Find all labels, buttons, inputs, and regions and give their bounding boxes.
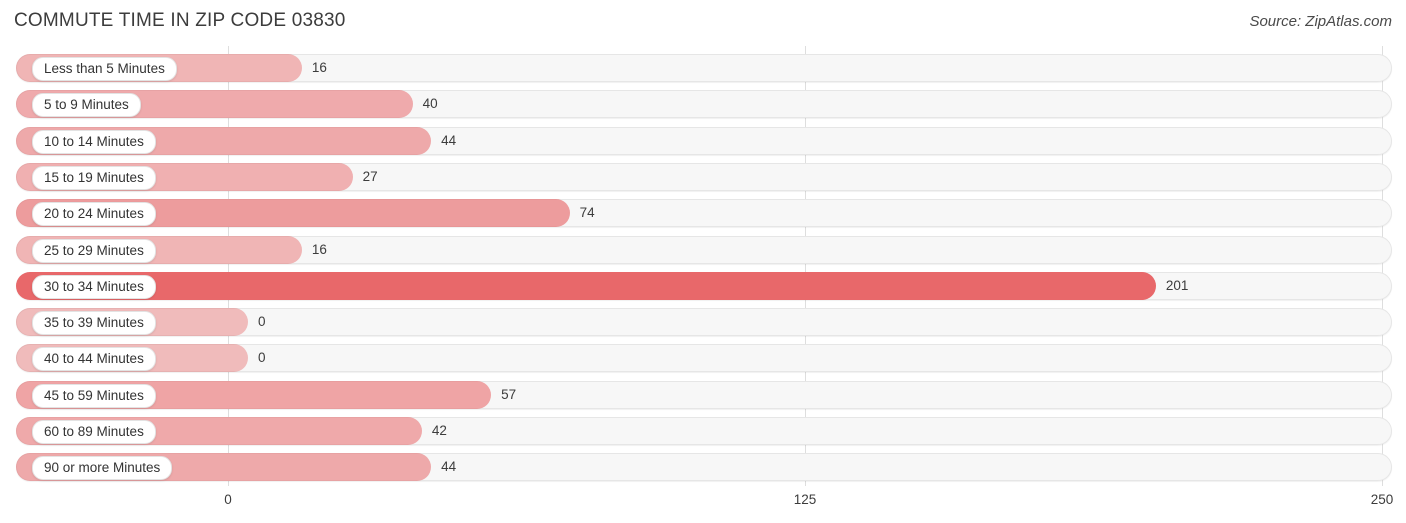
category-label[interactable]: Less than 5 Minutes	[32, 57, 177, 81]
axis-tick-label: 125	[793, 492, 817, 507]
category-label[interactable]: 40 to 44 Minutes	[32, 347, 156, 372]
bar-value-label: 27	[362, 168, 378, 184]
bar-row[interactable]: 16 Less than 5 Minutes	[16, 54, 1392, 82]
bar-value-label: 16	[311, 241, 327, 257]
bar-value-label: 74	[579, 205, 595, 221]
category-label[interactable]: 10 to 14 Minutes	[32, 129, 156, 154]
chart-plot-area: 16 Less than 5 Minutes 40 5 to 9 Minutes 44 1…	[0, 46, 1406, 486]
bar-value-label: 0	[258, 314, 266, 330]
chart-header: COMMUTE TIME IN ZIP CODE 03830 Source: Z…	[0, 0, 1406, 46]
bar-value-label: 44	[441, 459, 457, 475]
bar-value-label: 0	[258, 350, 266, 366]
bar-row[interactable]: 44 90 or more Minutes	[16, 453, 1392, 482]
bar-row[interactable]: 0 35 to 39 Minutes	[16, 308, 1392, 337]
category-label[interactable]: 90 or more Minutes	[32, 456, 173, 481]
bar-value-label: 57	[501, 386, 517, 402]
bar-value-label: 40	[422, 96, 438, 112]
bar-row[interactable]: 201 30 to 34 Minutes	[16, 271, 1392, 300]
bar[interactable]	[16, 271, 1156, 300]
category-label[interactable]: 15 to 19 Minutes	[32, 165, 156, 190]
category-label[interactable]: 45 to 59 Minutes	[32, 383, 156, 408]
category-label[interactable]: 30 to 34 Minutes	[32, 274, 156, 299]
source-attribution: Source: ZipAtlas.com	[1249, 13, 1392, 30]
category-label[interactable]: 60 to 89 Minutes	[32, 420, 156, 444]
bar-value-label: 16	[311, 60, 327, 75]
category-label[interactable]: 20 to 24 Minutes	[32, 202, 156, 227]
bar-row[interactable]: 40 5 to 9 Minutes	[16, 90, 1392, 119]
bar-row[interactable]: 57 45 to 59 Minutes	[16, 380, 1392, 409]
bar-value-label: 44	[441, 132, 457, 148]
bar-value-label: 201	[1165, 277, 1189, 293]
axis-tick-label: 250	[1370, 492, 1394, 507]
x-axis: 0 125 250	[0, 486, 1406, 523]
category-label[interactable]: 5 to 9 Minutes	[32, 93, 141, 118]
bar-row[interactable]: 42 60 to 89 Minutes	[16, 417, 1392, 445]
bar-row[interactable]: 0 40 to 44 Minutes	[16, 344, 1392, 373]
bar-row[interactable]: 16 25 to 29 Minutes	[16, 235, 1392, 264]
bar-row[interactable]: 44 10 to 14 Minutes	[16, 126, 1392, 155]
axis-tick-label: 0	[224, 492, 232, 507]
bar-row[interactable]: 74 20 to 24 Minutes	[16, 199, 1392, 228]
bar-value-label: 42	[431, 423, 447, 438]
bar-rows: 16 Less than 5 Minutes 40 5 to 9 Minutes 44 1…	[0, 46, 1406, 486]
category-label[interactable]: 35 to 39 Minutes	[32, 311, 156, 336]
bar-row[interactable]: 27 15 to 19 Minutes	[16, 162, 1392, 191]
page-title: COMMUTE TIME IN ZIP CODE 03830	[14, 10, 346, 31]
category-label[interactable]: 25 to 29 Minutes	[32, 238, 156, 263]
